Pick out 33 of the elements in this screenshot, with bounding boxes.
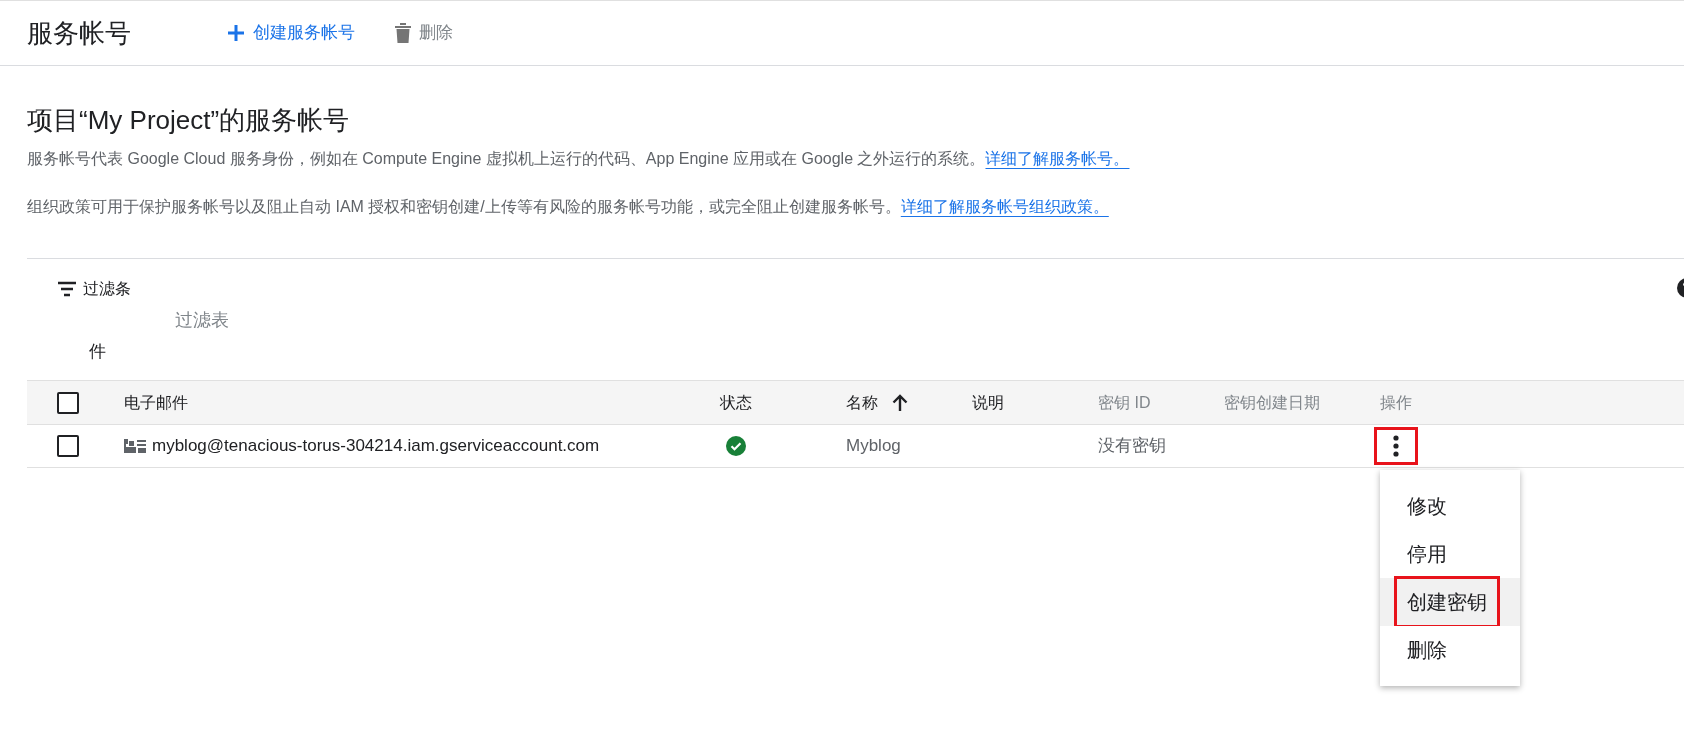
learn-more-link[interactable]: 详细了解服务帐号组织政策。 xyxy=(900,198,1117,215)
column-header[interactable]: 电子邮件 xyxy=(124,390,188,415)
learn-more-link[interactable]: 详细了解服务帐号。 xyxy=(985,150,1138,167)
page-title: 服务帐号 xyxy=(27,16,132,50)
key-id-cell: 没有密钥 xyxy=(1098,436,1166,456)
section-title: 项目“My Project”的服务帐号 xyxy=(27,104,351,136)
checkbox[interactable] xyxy=(57,391,79,414)
trash-icon xyxy=(395,23,411,43)
menu-item[interactable]: 删除 xyxy=(1380,626,1520,674)
name-cell: Myblog xyxy=(846,436,901,456)
email-cell-text: myblog@tenacious-torus-304214.iam.gserviceaccount.com xyxy=(152,435,600,458)
plus-icon xyxy=(227,24,245,42)
service-account-icon xyxy=(124,439,146,453)
menu-item[interactable]: 创建密钥 xyxy=(1380,578,1520,626)
column-header[interactable]: 操作 xyxy=(1380,390,1412,415)
more-options-button[interactable] xyxy=(1374,427,1418,465)
filter-label: 件 xyxy=(89,341,106,363)
filter-icon[interactable] xyxy=(57,281,77,297)
column-header[interactable]: 密钥创建日期 xyxy=(1224,390,1320,415)
column-header[interactable]: 说明 xyxy=(972,390,1004,415)
menu-item[interactable]: 修改 xyxy=(1380,482,1520,530)
description-text: 服务帐号代表 Google Cloud 服务身份，例如在 Compute Engine 虚拟机上运行的代码、App Engine 应用或在 Google 之外运行的系统。详细了解服务帐号。 xyxy=(27,148,1684,170)
sort-arrow-icon[interactable] xyxy=(892,393,908,412)
description-text: 组织政策可用于保护服务帐号以及阻止自动 IAM 授权和密钥创建/上传等有风险的服务帐号功能，或完全阻止创建服务帐号。详细了解服务帐号组织政策。 xyxy=(27,196,1684,218)
checkbox[interactable] xyxy=(57,435,79,457)
create-button[interactable]: 创建服务帐号 xyxy=(227,20,355,46)
column-header[interactable]: 状态 xyxy=(720,390,752,415)
menu-item[interactable]: 停用 xyxy=(1380,530,1520,578)
more-vert-icon xyxy=(1393,435,1399,457)
filter-label: 过滤条 xyxy=(83,279,131,299)
column-header[interactable]: 名称 xyxy=(846,390,878,415)
column-header[interactable]: 密钥 ID xyxy=(1098,390,1151,415)
filter-input[interactable]: 过滤表 xyxy=(175,307,295,334)
